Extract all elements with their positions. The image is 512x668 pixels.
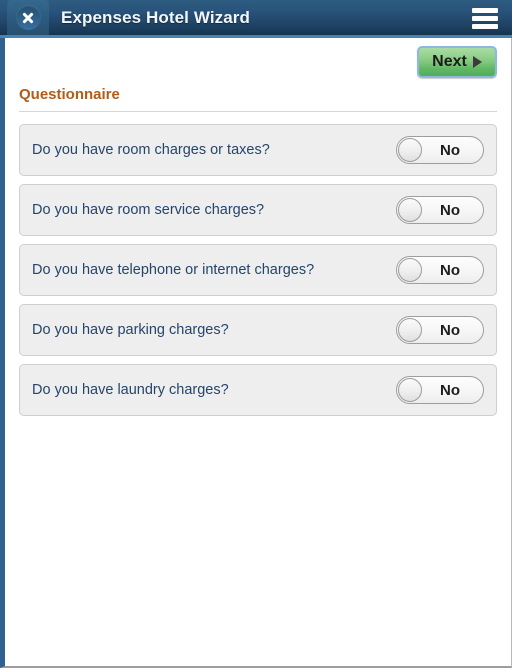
toggle-laundry[interactable]: No: [396, 376, 484, 404]
toggle-knob-icon: [398, 138, 422, 162]
toggle-value: No: [440, 381, 460, 399]
toggle-knob-icon: [398, 258, 422, 282]
toggle-value: No: [440, 141, 460, 159]
toggle-knob-icon: [398, 318, 422, 342]
question-row-telephone-internet[interactable]: Do you have telephone or internet charge…: [19, 244, 497, 296]
question-label: Do you have telephone or internet charge…: [32, 262, 315, 278]
question-row-parking[interactable]: Do you have parking charges? No: [19, 304, 497, 356]
next-button-label: Next: [432, 53, 467, 70]
toggle-room-charges[interactable]: No: [396, 136, 484, 164]
question-label: Do you have room charges or taxes?: [32, 142, 270, 158]
question-label: Do you have room service charges?: [32, 202, 265, 218]
questionnaire-section-header: Questionnaire: [5, 86, 511, 124]
toggle-knob-icon: [398, 378, 422, 402]
toggle-parking[interactable]: No: [396, 316, 484, 344]
hamburger-menu-icon[interactable]: [472, 8, 498, 29]
toggle-room-service[interactable]: No: [396, 196, 484, 224]
question-row-room-charges[interactable]: Do you have room charges or taxes? No: [19, 124, 497, 176]
toggle-value: No: [440, 261, 460, 279]
app-window: Expenses Hotel Wizard Next Questionnaire…: [0, 0, 512, 668]
close-button[interactable]: [7, 0, 49, 35]
wizard-toolbar: Next: [5, 38, 511, 86]
question-label: Do you have parking charges?: [32, 322, 229, 338]
page-body: Next Questionnaire Do you have room char…: [0, 38, 512, 668]
arrow-right-icon: [472, 56, 482, 68]
empty-content-area: [5, 416, 511, 666]
questionnaire-list: Do you have room charges or taxes? No Do…: [5, 124, 511, 416]
page-title: Expenses Hotel Wizard: [61, 7, 251, 27]
toggle-knob-icon: [398, 198, 422, 222]
section-title: Questionnaire: [19, 86, 120, 103]
hamburger-bar-2: [472, 16, 498, 21]
next-button[interactable]: Next: [417, 46, 497, 78]
toggle-value: No: [440, 321, 460, 339]
app-header: Expenses Hotel Wizard: [0, 0, 512, 38]
question-row-laundry[interactable]: Do you have laundry charges? No: [19, 364, 497, 416]
toggle-value: No: [440, 201, 460, 219]
section-divider: [19, 111, 497, 112]
close-x-icon: [15, 5, 41, 30]
hamburger-bar-1: [472, 8, 498, 13]
question-label: Do you have laundry charges?: [32, 382, 229, 398]
toggle-telephone-internet[interactable]: No: [396, 256, 484, 284]
question-row-room-service[interactable]: Do you have room service charges? No: [19, 184, 497, 236]
hamburger-bar-3: [472, 24, 498, 29]
